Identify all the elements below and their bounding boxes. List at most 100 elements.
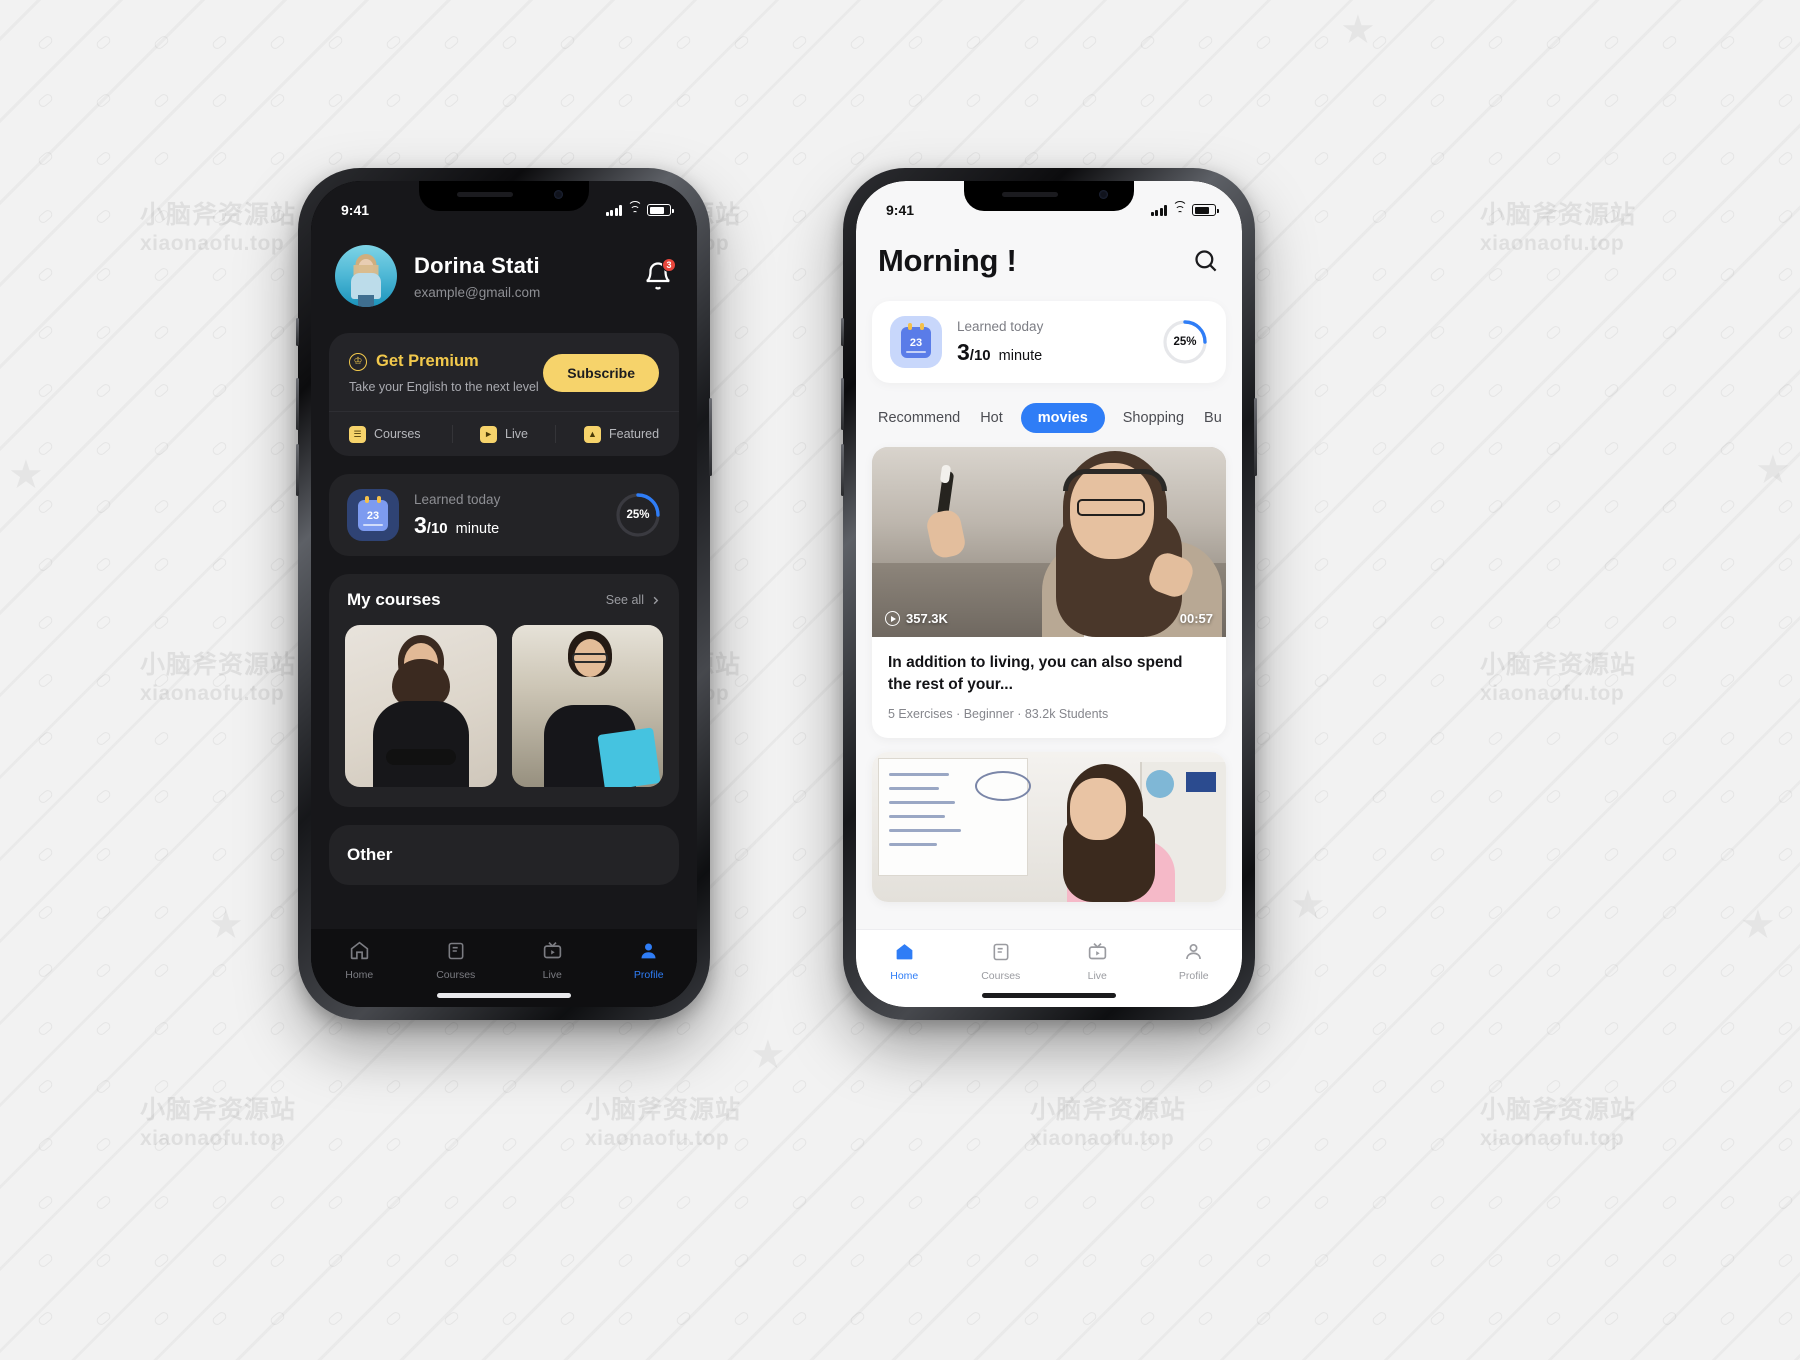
- graduation-cap-icon: ▲: [583, 425, 601, 443]
- learned-total: /10: [426, 519, 448, 537]
- learned-total: /10: [969, 346, 991, 364]
- category-chip-row: Recommend Hot movies Shopping Bu: [872, 403, 1226, 433]
- front-camera-icon: [554, 190, 563, 199]
- book-icon: [989, 940, 1012, 963]
- learned-today-card-right[interactable]: 23 Learned today 3 /10 minute 25%: [872, 301, 1226, 383]
- profile-icon: [1182, 940, 1205, 963]
- tab-courses[interactable]: Courses: [953, 940, 1050, 982]
- search-icon[interactable]: [1192, 247, 1220, 275]
- chevron-right-icon: [653, 596, 659, 604]
- home-icon: [893, 940, 916, 963]
- premium-title: Get Premium: [376, 352, 479, 370]
- wifi-icon: [1172, 200, 1187, 216]
- premium-link-courses[interactable]: ☰ Courses: [345, 425, 452, 443]
- live-tv-icon: [541, 939, 564, 962]
- mute-switch[interactable]: [841, 318, 844, 346]
- learned-value: 3: [414, 511, 427, 538]
- tab-courses[interactable]: Courses: [408, 939, 505, 981]
- home-indicator: [437, 993, 571, 998]
- course-thumbnail-2[interactable]: [511, 625, 663, 787]
- tab-live[interactable]: Live: [1049, 940, 1146, 982]
- tab-label: Profile: [1178, 970, 1209, 982]
- premium-link-live[interactable]: ► Live: [453, 425, 556, 443]
- tab-home[interactable]: Home: [311, 939, 408, 981]
- screen-home: 9:41 Morning ! 23 Learned today 3 /10 mi…: [856, 181, 1242, 1007]
- calendar-icon: 23: [347, 489, 399, 541]
- battery-icon: [1192, 204, 1219, 216]
- other-card[interactable]: Other: [329, 825, 679, 885]
- video-thumbnail-teacher-headset[interactable]: 357.3K 00:57: [872, 447, 1226, 637]
- crown-icon: ♔: [349, 352, 367, 371]
- tab-label: Home: [345, 969, 374, 981]
- chip-recommend[interactable]: Recommend: [876, 403, 962, 433]
- chip-business[interactable]: Bu: [1202, 403, 1224, 433]
- live-tv-icon: [1086, 940, 1109, 963]
- live-tv-icon: ►: [480, 425, 498, 443]
- view-count: 357.3K: [885, 611, 948, 626]
- screen-profile: 9:41 Dorina Stati example@gmail.com 3 ♔ …: [311, 181, 697, 1007]
- tab-live[interactable]: Live: [504, 939, 601, 981]
- book-icon: [444, 939, 467, 962]
- video-thumbnail-whiteboard-classroom[interactable]: [872, 752, 1226, 902]
- courses-icon: ☰: [349, 425, 366, 443]
- play-circle-icon: [885, 611, 900, 626]
- speaker-icon: [457, 192, 513, 197]
- avatar[interactable]: [335, 245, 397, 307]
- see-all-button[interactable]: See all: [606, 593, 661, 607]
- home-icon: [348, 939, 371, 962]
- see-all-label: See all: [605, 593, 644, 607]
- progress-ring-right: 25%: [1162, 319, 1208, 365]
- phone-mockup-right: 9:41 Morning ! 23 Learned today 3 /10 mi…: [841, 168, 1257, 1020]
- chip-hot[interactable]: Hot: [978, 403, 1005, 433]
- premium-link-label: Featured: [608, 427, 660, 441]
- phone-mockup-left: 9:41 Dorina Stati example@gmail.com 3 ♔ …: [296, 168, 712, 1020]
- video-card-1[interactable]: 357.3K 00:57 In addition to living, you …: [872, 447, 1226, 738]
- profile-name: Dorina Stati: [414, 252, 540, 278]
- home-header: Morning !: [872, 243, 1226, 279]
- learned-today-card-left[interactable]: 23 Learned today 3 /10 minute 25%: [329, 474, 679, 556]
- premium-links: ☰ Courses ► Live ▲ Featured: [329, 411, 679, 456]
- my-courses-title: My courses: [347, 590, 441, 609]
- tab-label: Home: [890, 970, 919, 982]
- page-title: Morning !: [878, 243, 1017, 278]
- video-title: In addition to living, you can also spen…: [888, 654, 1183, 693]
- volume-up-button[interactable]: [296, 378, 299, 430]
- tab-label: Profile: [633, 969, 664, 981]
- home-indicator: [982, 993, 1116, 998]
- tab-profile[interactable]: Profile: [601, 939, 698, 981]
- calendar-day: 23: [366, 510, 380, 522]
- speaker-icon: [1002, 192, 1058, 197]
- chip-movies[interactable]: movies: [1020, 403, 1105, 433]
- learned-label: Learned today: [414, 491, 501, 507]
- mute-switch[interactable]: [296, 318, 299, 346]
- front-camera-icon: [1099, 190, 1108, 199]
- course-thumbnail-1[interactable]: [345, 625, 497, 787]
- tab-label: Live: [542, 969, 562, 981]
- premium-link-label: Courses: [374, 427, 421, 441]
- subscribe-button[interactable]: Subscribe: [543, 354, 659, 392]
- progress-percent: 25%: [626, 509, 650, 521]
- progress-percent: 25%: [1173, 336, 1197, 348]
- premium-link-featured[interactable]: ▲ Featured: [556, 425, 663, 443]
- power-button[interactable]: [1254, 398, 1257, 476]
- power-button[interactable]: [709, 398, 712, 476]
- tab-profile[interactable]: Profile: [1146, 940, 1243, 982]
- profile-icon: [637, 939, 660, 962]
- premium-subtitle: Take your English to the next level: [349, 380, 539, 394]
- tab-label: Live: [1087, 970, 1107, 982]
- volume-down-button[interactable]: [296, 444, 299, 496]
- premium-card[interactable]: ♔ Get Premium Take your English to the n…: [329, 333, 679, 456]
- tab-label: Courses: [436, 969, 476, 981]
- volume-up-button[interactable]: [841, 378, 844, 430]
- notification-button[interactable]: 3: [643, 258, 676, 291]
- notch: [964, 181, 1134, 211]
- calendar-icon: 23: [890, 316, 942, 368]
- notification-badge: 3: [662, 258, 676, 272]
- learned-unit: minute: [998, 347, 1043, 364]
- tab-home[interactable]: Home: [856, 940, 953, 982]
- chip-shopping[interactable]: Shopping: [1121, 403, 1186, 433]
- video-subtitle: 5 Exercises · Beginner · 83.2k Students: [888, 707, 1109, 721]
- volume-down-button[interactable]: [841, 444, 844, 496]
- learned-unit: minute: [455, 520, 500, 537]
- profile-email: example@gmail.com: [414, 284, 541, 300]
